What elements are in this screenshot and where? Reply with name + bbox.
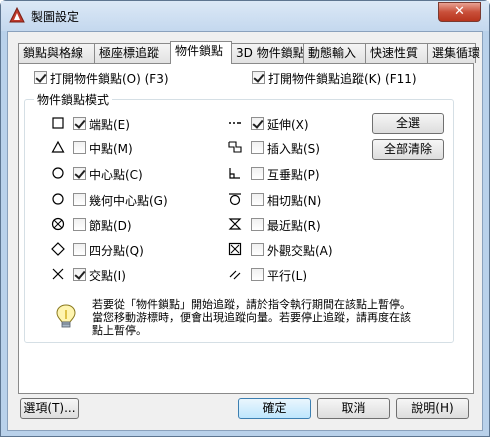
hint-line: 當您移動游標時，便會出現追蹤向量。若要停止追蹤，請再度在該	[92, 311, 411, 324]
extension-checkbox[interactable]	[251, 117, 264, 130]
quadrant-label: 四分點(Q)	[89, 244, 144, 258]
tangent-icon	[229, 193, 241, 206]
tracking-on-checkbox[interactable]	[252, 71, 265, 84]
snap-on-label: 打開物件鎖點(O) (F3)	[50, 72, 169, 86]
intersection-checkbox[interactable]	[73, 268, 86, 281]
center-circle-icon	[52, 167, 64, 179]
nearest-checkbox[interactable]	[251, 218, 264, 231]
node-label: 節點(D)	[89, 219, 132, 233]
options-button[interactable]: 選項(T)...	[20, 398, 79, 419]
center-label: 中心點(C)	[89, 168, 143, 182]
apparent-intersection-label: 外觀交點(A)	[267, 244, 333, 258]
extension-icon	[229, 122, 241, 124]
insertion-icon	[228, 141, 242, 153]
geometric-center-icon	[52, 193, 64, 205]
apparent-intersection-icon	[228, 242, 242, 256]
help-button[interactable]: 說明(H)	[396, 398, 469, 419]
intersection-x-icon	[52, 268, 64, 280]
hint-line: 點上暫停。	[92, 324, 147, 337]
endpoint-label: 端點(E)	[89, 118, 130, 132]
node-icon	[51, 217, 65, 231]
parallel-checkbox[interactable]	[251, 268, 264, 281]
perpendicular-label: 互垂點(P)	[267, 168, 320, 182]
endpoint-square-icon	[52, 117, 64, 129]
apparent-intersection-checkbox[interactable]	[251, 243, 264, 256]
midpoint-label: 中點(M)	[89, 142, 133, 156]
endpoint-checkbox[interactable]	[73, 117, 86, 130]
intersection-label: 交點(I)	[89, 269, 126, 283]
extension-label: 延伸(X)	[267, 118, 309, 132]
node-checkbox[interactable]	[73, 218, 86, 231]
midpoint-triangle-icon	[51, 140, 65, 153]
perpendicular-checkbox[interactable]	[251, 167, 264, 180]
nearest-label: 最近點(R)	[267, 219, 321, 233]
geometric-center-label: 幾何中心點(G)	[89, 194, 168, 208]
parallel-icon	[229, 270, 241, 280]
snap-on-checkbox[interactable]	[34, 71, 47, 84]
tangent-label: 相切點(N)	[267, 194, 322, 208]
panel-content: 打開物件鎖點(O) (F3) 打開物件鎖點追蹤(K) (F11) 物件鎖點模式 …	[0, 0, 490, 437]
insertion-label: 插入點(S)	[267, 142, 320, 156]
cancel-button[interactable]: 取消	[317, 398, 390, 419]
ok-button[interactable]: 確定	[238, 398, 311, 419]
perpendicular-icon	[229, 168, 240, 179]
tab-object-snap[interactable]: 物件鎖點	[170, 41, 232, 64]
center-checkbox[interactable]	[73, 167, 86, 180]
tangent-checkbox[interactable]	[251, 193, 264, 206]
insertion-checkbox[interactable]	[251, 141, 264, 154]
midpoint-checkbox[interactable]	[73, 141, 86, 154]
tracking-on-label: 打開物件鎖點追蹤(K) (F11)	[268, 72, 417, 86]
quadrant-diamond-icon	[51, 242, 65, 256]
parallel-label: 平行(L)	[267, 269, 308, 283]
lightbulb-icon	[56, 304, 76, 328]
tracking-hint-text: 若要從「物件鎖點」開始追蹤，請於指令執行期間在該點上暫停。 當您移動游標時，便會…	[92, 298, 432, 337]
select-all-button[interactable]: 全選	[372, 113, 444, 134]
clear-all-button[interactable]: 全部清除	[372, 139, 444, 160]
hint-line: 若要從「物件鎖點」開始追蹤，請於指令執行期間在該點上暫停。	[92, 298, 411, 311]
quadrant-checkbox[interactable]	[73, 243, 86, 256]
snap-modes-group-title: 物件鎖點模式	[34, 91, 113, 108]
geometric-center-checkbox[interactable]	[73, 193, 86, 206]
nearest-hourglass-icon	[228, 218, 242, 230]
